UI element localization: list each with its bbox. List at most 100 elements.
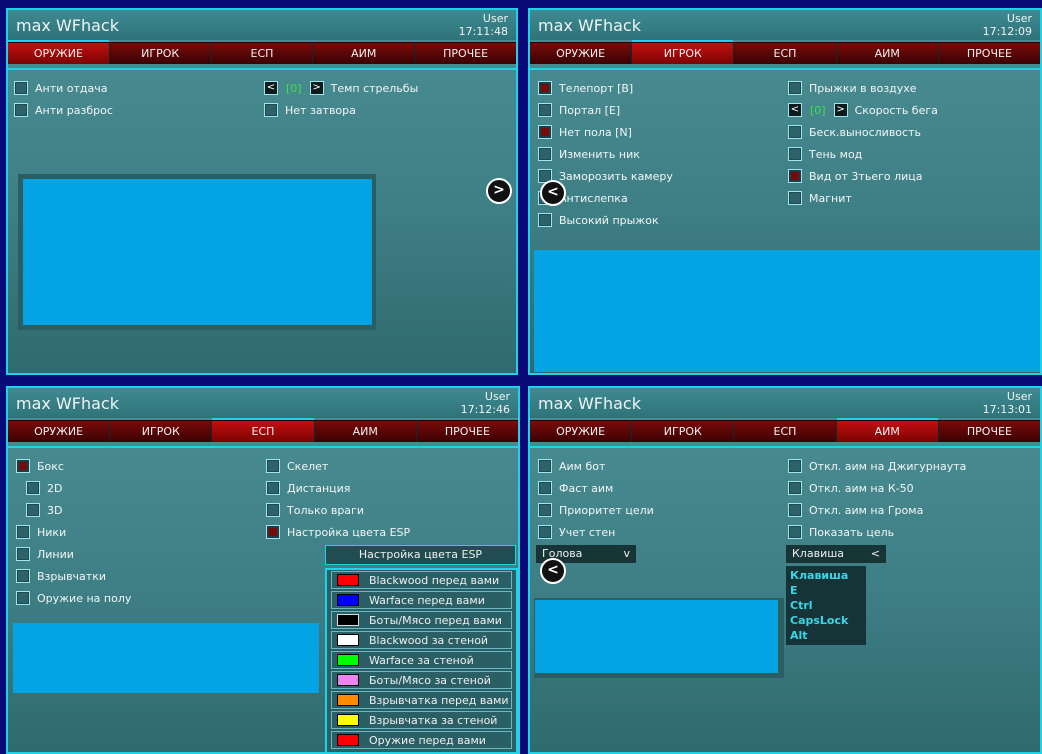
color-swatch[interactable] [337, 694, 359, 706]
option-high-jump[interactable]: Высокий прыжок [538, 211, 659, 229]
checkbox[interactable] [538, 103, 552, 117]
option-shadow-mod[interactable]: Тень мод [788, 145, 862, 163]
option-change-nick[interactable]: Изменить ник [538, 145, 640, 163]
tab-esp[interactable]: ЕСП [212, 418, 314, 442]
checkbox[interactable] [26, 481, 40, 495]
checkbox[interactable] [266, 459, 280, 473]
tab-aim[interactable]: АИМ [836, 42, 938, 64]
option-no-spread[interactable]: Анти разброс [14, 101, 113, 119]
dropdown-option[interactable]: E [786, 583, 866, 598]
checkbox[interactable] [538, 213, 552, 227]
option-2d[interactable]: 2D [26, 479, 62, 497]
checkbox[interactable] [538, 459, 552, 473]
option-third-person[interactable]: Вид от 3тьего лица [788, 167, 923, 185]
tab-other[interactable]: ПРОЧЕЕ [415, 42, 516, 64]
checkbox[interactable] [16, 459, 30, 473]
increment-button[interactable]: > [833, 103, 848, 117]
option-floor-weapons[interactable]: Оружие на полу [16, 589, 131, 607]
checkbox[interactable] [538, 81, 552, 95]
option-esp-color-settings[interactable]: Настройка цвета ESP [266, 523, 410, 541]
checkbox[interactable] [788, 169, 802, 183]
option-distance[interactable]: Дистанция [266, 479, 350, 497]
esp-color-row[interactable]: Боты/Мясо перед вами [331, 611, 512, 629]
checkbox[interactable] [788, 81, 802, 95]
tab-weapon[interactable]: ОРУЖИЕ [8, 40, 109, 64]
option-3d[interactable]: 3D [26, 501, 62, 519]
checkbox[interactable] [788, 191, 802, 205]
option-air-jump[interactable]: Прыжки в воздухе [788, 79, 917, 97]
tab-player[interactable]: ИГРОК [632, 420, 734, 442]
checkbox[interactable] [16, 569, 30, 583]
prev-page-button[interactable]: < [540, 558, 566, 584]
dropdown-option[interactable]: CapsLock [786, 613, 866, 628]
checkbox[interactable] [26, 503, 40, 517]
color-swatch[interactable] [337, 594, 359, 606]
tab-player[interactable]: ИГРОК [632, 40, 734, 64]
checkbox[interactable] [788, 481, 802, 495]
option-infinite-stamina[interactable]: Беск.выносливость [788, 123, 921, 141]
tab-aim[interactable]: АИМ [836, 418, 939, 442]
option-lines[interactable]: Линии [16, 545, 74, 563]
tab-aim[interactable]: АИМ [313, 42, 415, 64]
color-swatch[interactable] [337, 734, 359, 746]
esp-color-row[interactable]: Взрывчатка за стеной [331, 711, 512, 729]
option-magnet[interactable]: Магнит [788, 189, 852, 207]
color-swatch[interactable] [337, 674, 359, 686]
checkbox[interactable] [266, 525, 280, 539]
option-target-priority[interactable]: Приоритет цели [538, 501, 654, 519]
tab-esp[interactable]: ЕСП [734, 42, 836, 64]
checkbox[interactable] [538, 481, 552, 495]
decrement-button[interactable]: < [264, 81, 278, 95]
option-box[interactable]: Бокс [16, 457, 64, 475]
tab-weapon[interactable]: ОРУЖИЕ [530, 42, 632, 64]
tab-aim[interactable]: АИМ [314, 420, 416, 442]
esp-color-row[interactable]: Warface за стеной [331, 651, 512, 669]
checkbox[interactable] [16, 591, 30, 605]
checkbox[interactable] [266, 503, 280, 517]
esp-color-row[interactable]: Оружие перед вами [331, 731, 512, 749]
dropdown-option[interactable]: Ctrl [786, 598, 866, 613]
option-disable-aim-k50[interactable]: Откл. аим на К-50 [788, 479, 914, 497]
esp-color-row[interactable]: Взрывчатка перед вами [331, 691, 512, 709]
checkbox[interactable] [16, 547, 30, 561]
tab-esp[interactable]: ЕСП [211, 42, 313, 64]
option-show-target[interactable]: Показать цель [788, 523, 894, 541]
tab-weapon[interactable]: ОРУЖИЕ [8, 420, 110, 442]
next-page-button[interactable]: > [486, 178, 512, 204]
option-nicknames[interactable]: Ники [16, 523, 66, 541]
color-swatch[interactable] [337, 714, 359, 726]
option-fast-aim[interactable]: Фаст аим [538, 479, 613, 497]
color-swatch[interactable] [337, 634, 359, 646]
checkbox[interactable] [788, 503, 802, 517]
tab-other[interactable]: ПРОЧЕЕ [416, 420, 519, 442]
checkbox[interactable] [788, 525, 802, 539]
prev-page-button[interactable]: < [540, 180, 566, 206]
checkbox[interactable] [538, 525, 552, 539]
tab-esp[interactable]: ЕСП [734, 420, 836, 442]
color-swatch[interactable] [337, 574, 359, 586]
option-explosives[interactable]: Взрывчатки [16, 567, 106, 585]
option-enemies-only[interactable]: Только враги [266, 501, 364, 519]
checkbox[interactable] [266, 481, 280, 495]
tab-weapon[interactable]: ОРУЖИЕ [530, 420, 632, 442]
option-skeleton[interactable]: Скелет [266, 457, 328, 475]
option-no-floor[interactable]: Нет пола [N] [538, 123, 632, 141]
option-no-recoil[interactable]: Анти отдача [14, 79, 108, 97]
option-portal[interactable]: Портал [E] [538, 101, 620, 119]
increment-button[interactable]: > [309, 81, 324, 95]
checkbox[interactable] [788, 459, 802, 473]
tab-player[interactable]: ИГРОК [110, 420, 212, 442]
tab-other[interactable]: ПРОЧЕЕ [938, 42, 1041, 64]
esp-color-row[interactable]: Blackwood перед вами [331, 571, 512, 589]
option-aimbot[interactable]: Аим бот [538, 457, 605, 475]
dropdown-option[interactable]: Клавиша [786, 568, 866, 583]
color-swatch[interactable] [337, 614, 359, 626]
tab-other[interactable]: ПРОЧЕЕ [938, 420, 1041, 442]
decrement-button[interactable]: < [788, 103, 802, 117]
checkbox[interactable] [538, 503, 552, 517]
esp-color-row[interactable]: Warface перед вами [331, 591, 512, 609]
option-disable-aim-juggernaut[interactable]: Откл. аим на Джигурнаута [788, 457, 966, 475]
checkbox[interactable] [14, 103, 28, 117]
option-disable-aim-grom[interactable]: Откл. аим на Грома [788, 501, 923, 519]
checkbox[interactable] [538, 147, 552, 161]
